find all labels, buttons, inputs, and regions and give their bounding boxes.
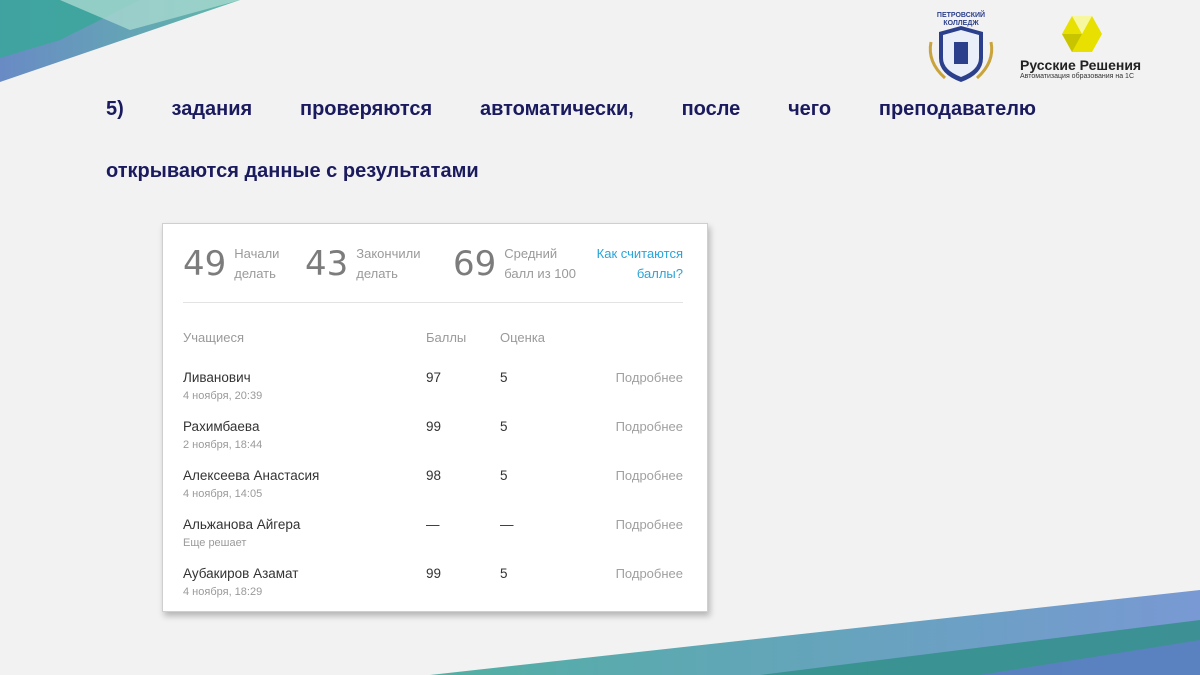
header-students: Учащиеся [183,330,244,345]
stat-finished: 43 Закончили делать [305,244,420,284]
submission-time: 4 ноября, 20:39 [183,390,263,402]
details-link[interactable]: Подробнее [616,468,683,483]
student-score: 98 [426,468,442,483]
table-row: Аубакиров Азамат 4 ноября, 18:29 99 5 По… [163,566,707,615]
slide-heading-line2: открываются данные с результатами [106,160,479,182]
stat-average: 69 Средний балл из 100 [453,244,576,284]
student-score: 97 [426,370,442,385]
student-name: Ливанович [183,370,251,385]
stat-label: Средний балл из 100 [504,244,576,284]
how-scores-calculated-link[interactable]: Как считаются баллы? [579,244,683,284]
student-grade: 5 [500,468,508,483]
brand-title: Русские Решения [1020,57,1142,73]
table-row: Ливанович 4 ноября, 20:39 97 5 Подробнее [163,370,707,419]
submission-time: 2 ноября, 18:44 [183,439,263,451]
student-name: Альжанова Айгера [183,517,301,532]
divider [183,302,683,303]
details-link[interactable]: Подробнее [616,566,683,581]
stat-label-line1: Средний [504,246,558,261]
stat-label-line2: балл из 100 [504,266,576,281]
student-grade: 5 [500,419,508,434]
stat-label-line1: Начали [234,246,280,261]
student-grade: — [500,517,514,532]
details-link[interactable]: Подробнее [616,517,683,532]
header-grade: Оценка [500,330,546,345]
student-name: Алексеева Анастасия [183,468,320,483]
header-score: Баллы [426,330,467,345]
stat-label-line2: делать [234,266,276,281]
stat-label-line2: делать [356,266,398,281]
stat-value: 43 [305,244,349,284]
results-card: 49 Начали делать 43 Закончили делать 69 … [162,223,708,612]
link-line1[interactable]: Как считаются [597,246,683,261]
stat-value: 49 [183,244,227,284]
student-grade: 5 [500,370,508,385]
stat-label: Начали делать [234,244,279,284]
stat-label-line1: Закончили [356,246,421,261]
table-row: Альжанова Айгера Еще решает — — Подробне… [163,517,707,566]
stat-started: 49 Начали делать [183,244,279,284]
student-name: Аубакиров Азамат [183,566,299,581]
college-logo: ПЕТРОВСКИЙ КОЛЛЕДЖ [925,12,997,84]
submission-time: Еще решает [183,537,247,549]
brand-subtitle: Автоматизация образования на 1С [1020,73,1135,80]
link-line2[interactable]: баллы? [637,266,683,281]
student-score: — [426,517,440,532]
table-row: Рахимбаева 2 ноября, 18:44 99 5 Подробне… [163,419,707,468]
student-name: Рахимбаева [183,419,260,434]
student-grade: 5 [500,566,508,581]
details-link[interactable]: Подробнее [616,419,683,434]
slide-heading-line1: 5) задания проверяются автоматически, по… [106,98,1036,120]
submission-time: 4 ноября, 14:05 [183,488,263,500]
details-link[interactable]: Подробнее [616,370,683,385]
stat-value: 69 [453,244,497,284]
student-score: 99 [426,419,442,434]
table-row: Алексеева Анастасия 4 ноября, 14:05 98 5… [163,468,707,517]
submission-time: 4 ноября, 18:29 [183,586,263,598]
student-score: 99 [426,566,442,581]
hexagon-mark-icon [1062,16,1102,52]
college-name: ПЕТРОВСКИЙ КОЛЛЕДЖ [936,12,986,27]
stat-label: Закончили делать [356,244,420,284]
